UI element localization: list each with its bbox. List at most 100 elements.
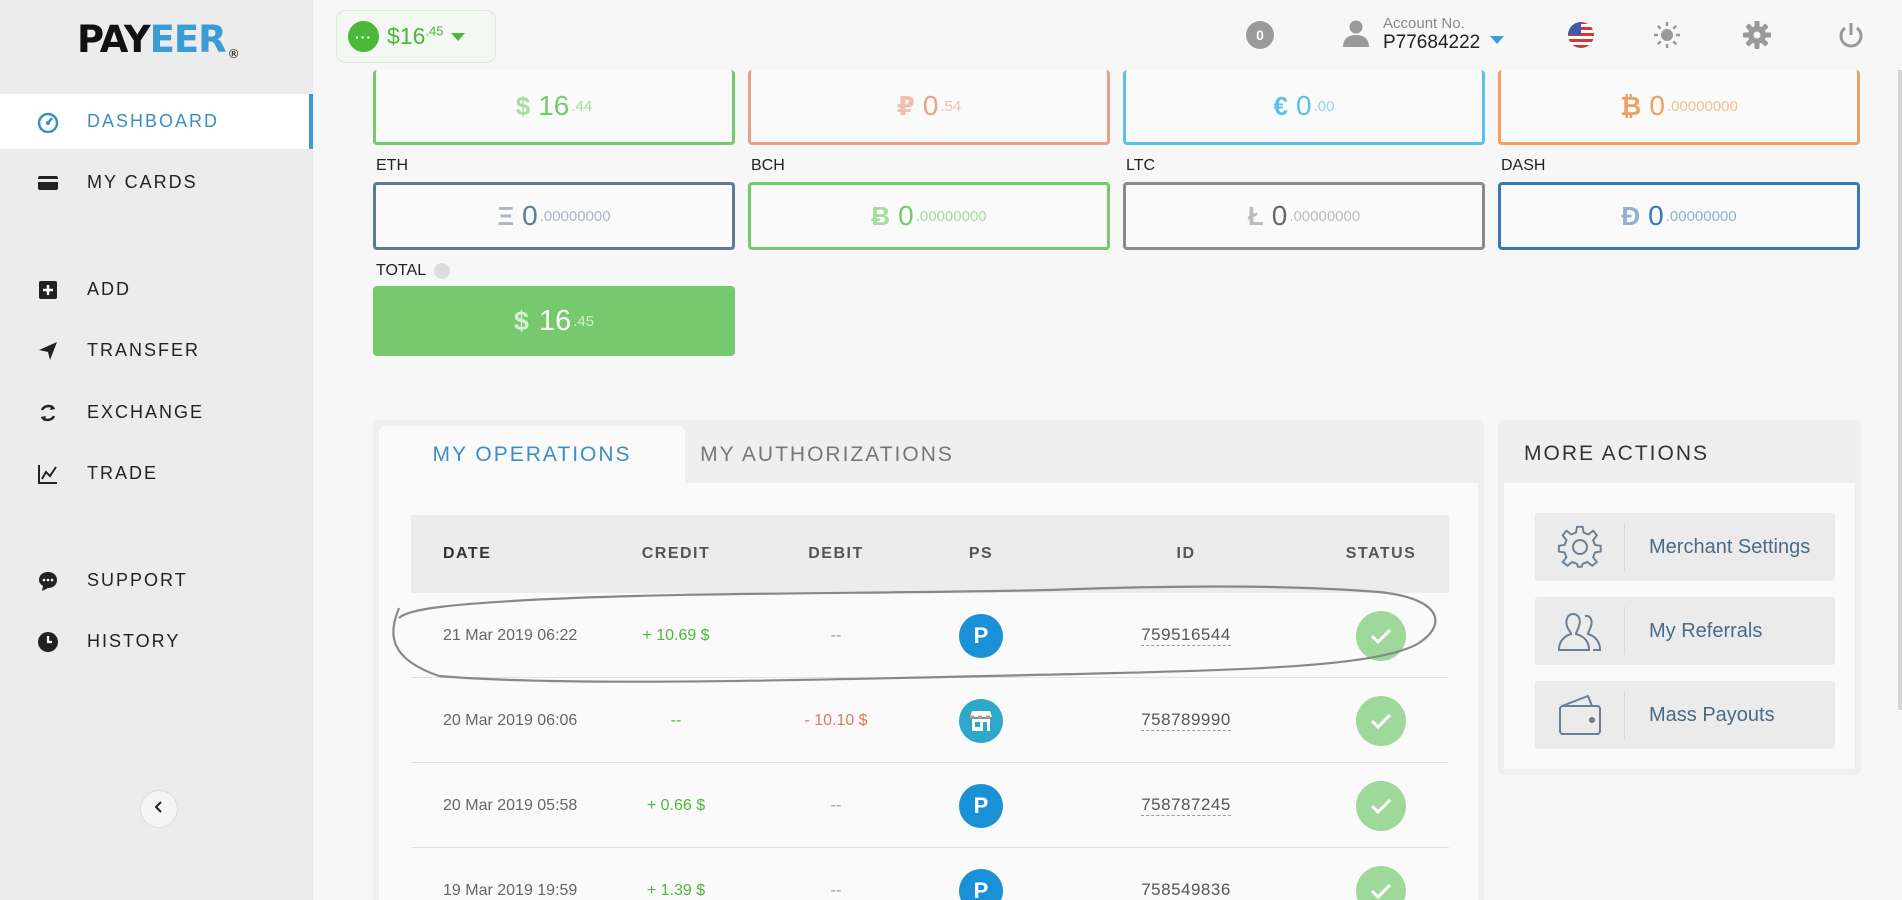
- header-date: DATE: [443, 545, 492, 562]
- sidebar-item-label: SUPPORT: [87, 570, 188, 590]
- wallet-fraction: .00000000: [539, 207, 611, 225]
- account-number: P77684222: [1383, 32, 1481, 53]
- sidebar: PAYEER ® DASHBOARD MY CARDS ADD TRANSFER …: [0, 0, 313, 900]
- sidebar-item-exchange[interactable]: EXCHANGE: [0, 385, 313, 440]
- exchange-icon: [36, 401, 60, 425]
- balance-dropdown[interactable]: ··· $16.45: [336, 10, 496, 63]
- header-id: ID: [1176, 545, 1196, 562]
- currency-symbol: $: [515, 90, 531, 121]
- wallet-bch[interactable]: Ƀ 0 .00000000: [748, 182, 1110, 250]
- operations-body: DATE CREDIT DEBIT PS ID STATUS 21 Mar 20…: [379, 483, 1478, 900]
- row-credit: + 1.39 $: [646, 881, 706, 899]
- wallet-rub[interactable]: ₽ 0 .54: [748, 70, 1110, 145]
- check-icon: [1356, 695, 1406, 746]
- total-label: TOTAL: [376, 262, 451, 280]
- wallet-dash[interactable]: Đ 0 .00000000: [1498, 182, 1860, 250]
- sidebar-item-trade[interactable]: TRADE: [0, 446, 313, 501]
- dashboard-icon: [36, 110, 60, 134]
- wallet-amount: 16: [538, 90, 570, 121]
- action-label: Merchant Settings: [1649, 535, 1811, 558]
- currency-symbol: Ξ: [497, 200, 515, 231]
- row-debit: --: [830, 796, 842, 814]
- operation-id-link[interactable]: 758787245: [1141, 795, 1231, 816]
- more-actions-panel: MORE ACTIONS Merchant Settings My Referr…: [1498, 420, 1861, 775]
- row-status: [1351, 763, 1411, 848]
- topbar: ··· $16.45 0 Account No. P77684222: [313, 0, 1902, 70]
- tab-my-authorizations[interactable]: MY AUTHORIZATIONS: [697, 426, 957, 483]
- operation-id-link[interactable]: 758549836: [1141, 880, 1231, 900]
- header-credit: CREDIT: [641, 545, 711, 562]
- payeer-ps-icon: P: [959, 783, 1003, 828]
- wallet-eur[interactable]: € 0 .00: [1123, 70, 1485, 145]
- operation-id-link[interactable]: 758789990: [1141, 710, 1231, 731]
- currency-symbol: ₿: [1620, 90, 1642, 121]
- card-icon: [36, 171, 60, 195]
- account-dropdown[interactable]: Account No. P77684222: [1341, 14, 1505, 56]
- header-debit: DEBIT: [808, 545, 864, 562]
- sidebar-item-transfer[interactable]: TRANSFER: [0, 323, 313, 378]
- action-label: My Referrals: [1649, 619, 1763, 642]
- sidebar-item-label: EXCHANGE: [87, 402, 205, 422]
- wallet-amount: 0: [922, 90, 939, 121]
- language-flag-icon[interactable]: [1566, 20, 1596, 50]
- tab-my-operations[interactable]: MY OPERATIONS: [379, 426, 685, 483]
- wallet-fraction: .00000000: [1665, 207, 1737, 225]
- wallet-fraction: .54: [940, 97, 962, 115]
- user-icon: [1341, 18, 1371, 53]
- merchant-settings-button[interactable]: Merchant Settings: [1535, 513, 1835, 581]
- payeer-ps-icon: P: [959, 868, 1003, 900]
- collapse-sidebar-button[interactable]: [140, 790, 178, 828]
- logout-power-icon[interactable]: [1836, 20, 1866, 50]
- header-status: STATUS: [1345, 545, 1417, 562]
- table-row[interactable]: 19 Mar 2019 19:59 + 1.39 $ -- P 75854983…: [411, 848, 1449, 900]
- wallet-fraction: .00: [1313, 97, 1335, 115]
- transfer-icon: [36, 339, 60, 363]
- wallet-eth[interactable]: Ξ 0 .00000000: [373, 182, 735, 250]
- mass-payouts-button[interactable]: Mass Payouts: [1535, 681, 1835, 749]
- action-label: Mass Payouts: [1649, 703, 1775, 726]
- shop-ps-icon: [959, 698, 1003, 743]
- my-referrals-button[interactable]: My Referrals: [1535, 597, 1835, 665]
- wallet-fraction: .00000000: [915, 207, 987, 225]
- wallet-icon: [1535, 691, 1625, 739]
- total-fraction: .45: [573, 312, 595, 330]
- operations-panel: MY OPERATIONS MY AUTHORIZATIONS DATE CRE…: [373, 420, 1484, 900]
- payeer-logo[interactable]: PAYEER ®: [77, 18, 240, 61]
- hand-drawn-circle-annotation: [392, 585, 1437, 683]
- balance-amount: $16.45: [387, 23, 444, 49]
- table-row[interactable]: 20 Mar 2019 05:58 + 0.66 $ -- P 75878724…: [411, 763, 1449, 848]
- sidebar-item-label: HISTORY: [87, 631, 181, 651]
- sidebar-item-label: MY CARDS: [87, 172, 198, 192]
- page-scrollbar[interactable]: [1898, 70, 1902, 710]
- wallet-btc[interactable]: ₿ 0 .00000000: [1498, 70, 1860, 145]
- row-status: [1351, 848, 1411, 900]
- row-date: 19 Mar 2019 19:59: [443, 881, 578, 899]
- more-actions-title: MORE ACTIONS: [1524, 442, 1710, 465]
- currency-label-eth: ETH: [376, 157, 408, 174]
- settings-gear-icon[interactable]: [1742, 20, 1772, 50]
- caret-down-icon: [451, 32, 466, 41]
- sidebar-item-label: TRADE: [87, 463, 159, 483]
- notification-badge[interactable]: 0: [1246, 21, 1274, 49]
- wallet-amount: 0: [522, 200, 538, 231]
- caret-down-icon: [1490, 36, 1505, 44]
- info-icon[interactable]: [434, 263, 451, 279]
- row-id: 758787245: [1111, 763, 1261, 848]
- wallet-amount: 0: [1296, 90, 1312, 121]
- sidebar-item-my-cards[interactable]: MY CARDS: [0, 155, 313, 210]
- sidebar-item-add[interactable]: ADD: [0, 262, 313, 317]
- sidebar-item-history[interactable]: HISTORY: [0, 614, 313, 669]
- currency-symbol: $: [513, 305, 529, 336]
- row-credit: + 0.66 $: [646, 796, 706, 814]
- chevron-left-icon: [152, 800, 166, 819]
- sidebar-item-support[interactable]: SUPPORT: [0, 553, 313, 608]
- sidebar-item-label: ADD: [87, 279, 132, 299]
- currency-label-dash: DASH: [1501, 157, 1546, 174]
- wallet-ltc[interactable]: Ł 0 .00000000: [1123, 182, 1485, 250]
- theme-sun-icon[interactable]: [1652, 20, 1682, 50]
- trade-icon: [36, 462, 60, 486]
- sidebar-item-dashboard[interactable]: DASHBOARD: [0, 94, 313, 149]
- history-icon: [36, 630, 60, 654]
- wallet-fraction: .00000000: [1289, 207, 1361, 225]
- wallet-usd[interactable]: $ 16 .44: [373, 70, 735, 145]
